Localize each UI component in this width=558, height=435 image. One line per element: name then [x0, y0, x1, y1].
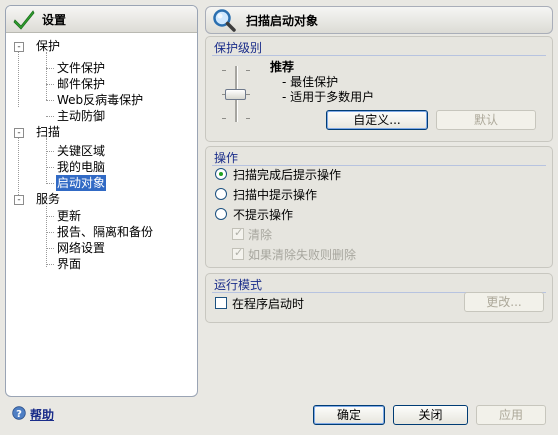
page-title: 扫描启动对象 — [246, 14, 319, 28]
actions-title: 操作 — [214, 151, 239, 165]
protection-level-slider-thumb[interactable] — [225, 89, 246, 100]
radio-no-prompt[interactable] — [215, 208, 227, 220]
tree-item-reports-quarantine-backup[interactable]: 报告、隔离和备份 — [56, 224, 154, 240]
checkbox-on-program-start[interactable] — [215, 297, 227, 309]
radio-label-no-prompt[interactable]: 不提示操作 — [233, 206, 293, 223]
customize-button[interactable]: 自定义... — [326, 110, 428, 130]
magnifier-icon — [213, 9, 236, 32]
tree-item-startup-objects[interactable]: 启动对象 — [56, 175, 107, 191]
tree-group-scan[interactable]: 扫描 — [36, 124, 60, 140]
radio-label-prompt-after-scan[interactable]: 扫描完成后提示操作 — [233, 166, 341, 183]
radio-prompt-during-scan[interactable] — [215, 188, 227, 200]
protection-level-bullet-2: - 适用于多数用户 — [282, 90, 375, 104]
radio-label-prompt-during-scan[interactable]: 扫描中提示操作 — [233, 186, 317, 203]
tree-toggle-services[interactable]: - — [14, 195, 24, 205]
tree-group-protection[interactable]: 保护 — [36, 38, 60, 54]
help-icon[interactable]: ? — [12, 406, 26, 420]
settings-nav-panel: 设置 - 保护 文件保护 邮件保护 Web反病毒保护 主动防御 - 扫描 关键区… — [5, 5, 198, 397]
tree-item-network-settings[interactable]: 网络设置 — [56, 240, 106, 256]
tree-item-web-protection[interactable]: Web反病毒保护 — [56, 92, 144, 108]
page-header: 扫描启动对象 — [205, 6, 553, 34]
close-button[interactable]: 关闭 — [393, 405, 468, 425]
tree-item-proactive-defense[interactable]: 主动防御 — [56, 108, 106, 124]
tree-item-file-protection[interactable]: 文件保护 — [56, 60, 106, 76]
svg-text:?: ? — [16, 409, 22, 420]
tree-item-critical-areas[interactable]: 关键区域 — [56, 143, 106, 159]
checkbox-label-disinfect: 清除 — [248, 228, 273, 242]
help-link[interactable]: 帮助 — [30, 406, 54, 423]
settings-title: 设置 — [42, 13, 67, 27]
checkbox-disinfect[interactable] — [232, 226, 244, 240]
tree-item-mail-protection[interactable]: 邮件保护 — [56, 76, 106, 92]
tree-toggle-protection[interactable]: - — [14, 42, 24, 52]
run-mode-title: 运行模式 — [214, 278, 263, 292]
change-schedule-button[interactable]: 更改... — [464, 292, 544, 312]
default-button[interactable]: 默认 — [436, 110, 536, 130]
tree-group-services[interactable]: 服务 — [36, 191, 60, 207]
radio-prompt-after-scan[interactable] — [215, 168, 227, 180]
checkbox-delete-if-disinfect-fails[interactable] — [232, 246, 244, 260]
apply-button[interactable]: 应用 — [476, 405, 546, 425]
protection-level-title: 保护级别 — [214, 41, 263, 55]
tree-item-update[interactable]: 更新 — [56, 208, 82, 224]
ok-button[interactable]: 确定 — [313, 405, 385, 425]
settings-nav-header: 设置 — [6, 6, 197, 33]
tree-item-my-computer[interactable]: 我的电脑 — [56, 159, 106, 175]
tree-item-interface[interactable]: 界面 — [56, 256, 82, 272]
green-check-icon — [13, 10, 35, 30]
tree-toggle-scan[interactable]: - — [14, 128, 24, 138]
checkbox-label-delete-if-disinfect-fails: 如果清除失败则删除 — [248, 248, 357, 262]
checkbox-label-on-program-start[interactable]: 在程序启动时 — [232, 295, 304, 312]
